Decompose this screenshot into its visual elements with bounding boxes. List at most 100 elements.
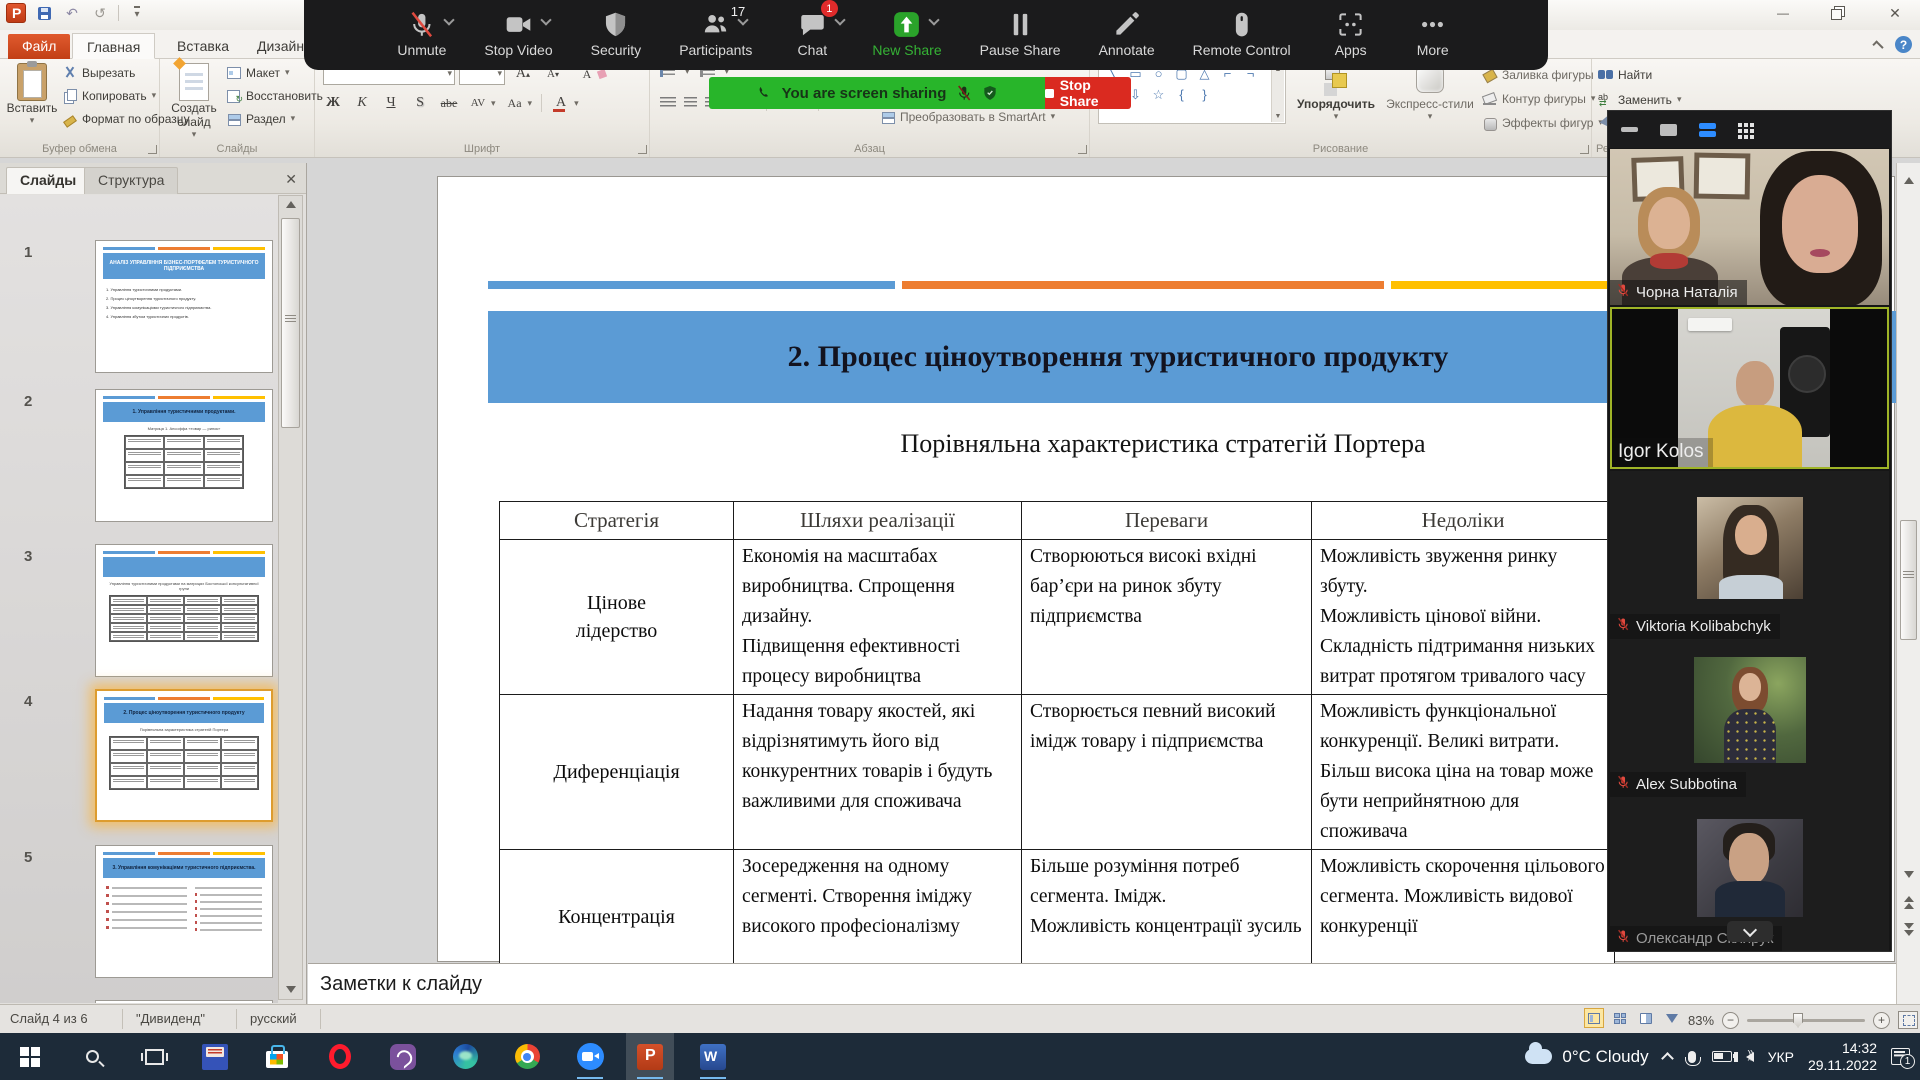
search-button[interactable] — [68, 1033, 116, 1080]
chevron-down-icon[interactable] — [444, 14, 455, 25]
zoom-slider-thumb[interactable] — [1793, 1013, 1803, 1028]
chevron-down-icon[interactable] — [540, 14, 551, 25]
tab-slides[interactable]: Слайды — [6, 167, 90, 194]
stop-share-button[interactable]: Stop Share — [1045, 77, 1131, 109]
zoom-toolbar-participants[interactable]: 17Participants — [679, 7, 752, 58]
tray-expand-icon[interactable] — [1661, 1052, 1674, 1065]
slide-thumbnail-6[interactable]: 4. Управління збутом туристичних продукт… — [95, 1000, 273, 1003]
chevron-down-icon[interactable] — [834, 14, 845, 25]
speaker-view-icon[interactable] — [1660, 124, 1677, 136]
taskbar-app-word[interactable] — [689, 1033, 737, 1080]
normal-view-button[interactable] — [1584, 1008, 1604, 1028]
shape-effects-button[interactable]: Эффекты фигур▾ — [1482, 115, 1603, 130]
slide-thumbnail-2[interactable]: 1. Управління туристичними продуктами.Ма… — [95, 389, 273, 522]
zoom-toolbar-pause-share[interactable]: Pause Share — [980, 7, 1061, 58]
paragraph-dialog-launcher[interactable] — [1078, 145, 1087, 154]
taskbar-app-edge[interactable] — [441, 1033, 489, 1080]
slide-thumbnail-3[interactable]: Управління туристичними продуктами на ма… — [95, 544, 273, 677]
minimize-panel-icon[interactable] — [1621, 127, 1638, 132]
speaker-icon[interactable] — [1746, 1052, 1754, 1062]
save-button[interactable] — [34, 3, 54, 23]
fit-to-window-button[interactable] — [1898, 1011, 1918, 1029]
slide-thumbnail-5[interactable]: 3. Управління комунікаціями туристичного… — [95, 845, 273, 978]
taskbar-app-zoom[interactable] — [566, 1033, 614, 1080]
task-view-button[interactable] — [130, 1033, 178, 1080]
scroll-down-icon[interactable] — [1904, 871, 1914, 878]
slide-thumbnail-4[interactable]: 2. Процес ціноутворення туристичного про… — [95, 689, 273, 822]
powerpoint-logo-icon[interactable] — [6, 3, 26, 23]
minimize-button[interactable] — [1772, 4, 1794, 22]
scroll-down-icon[interactable] — [286, 986, 296, 993]
taskbar-app-powerpoint[interactable] — [626, 1033, 674, 1080]
scroll-thumb[interactable] — [281, 218, 300, 428]
text-shadow-button[interactable]: S — [410, 93, 430, 113]
cut-button[interactable]: Вырезать — [62, 65, 135, 80]
notification-center-icon[interactable]: 1 — [1891, 1048, 1910, 1065]
shape-star-icon[interactable]: ☆ — [1150, 87, 1167, 102]
clipboard-dialog-launcher[interactable] — [148, 145, 157, 154]
taskbar-app-viber[interactable] — [379, 1033, 427, 1080]
taskbar-app-chrome[interactable] — [503, 1033, 551, 1080]
porter-strategies-table[interactable]: СтратегіяШляхи реалізаціїПеревагиНедолік… — [499, 501, 1615, 984]
character-spacing-button[interactable]: AV — [468, 93, 488, 113]
participant-video-3[interactable]: Viktoria Kolibabchyk — [1610, 471, 1889, 639]
zoom-toolbar-unmute[interactable]: Unmute — [397, 7, 446, 58]
document-scrollbar[interactable] — [1896, 163, 1920, 1004]
zoom-toolbar-annotate[interactable]: Annotate — [1099, 7, 1155, 58]
taskbar-app-opera[interactable] — [316, 1033, 364, 1080]
shape-brace-right-icon[interactable]: } — [1196, 87, 1213, 102]
zoom-level[interactable]: 83% — [1688, 1013, 1714, 1028]
section-button[interactable]: Раздел▾ — [226, 111, 295, 126]
start-button[interactable] — [6, 1033, 54, 1080]
language-indicator[interactable]: русский — [250, 1011, 297, 1026]
zoom-toolbar-chat[interactable]: 1Chat — [790, 7, 834, 58]
tab-outline[interactable]: Структура — [84, 167, 178, 194]
weather-widget[interactable]: 0°C Cloudy — [1525, 1047, 1648, 1067]
zoom-toolbar-apps[interactable]: Apps — [1329, 7, 1373, 58]
find-button[interactable]: Найти — [1598, 67, 1652, 82]
close-panel-icon[interactable]: ✕ — [285, 171, 297, 188]
slides-panel-scrollbar[interactable] — [278, 195, 303, 1000]
paste-button[interactable]: Вставить▾ — [8, 63, 56, 126]
shape-outline-button[interactable]: Контур фигуры▾ — [1482, 91, 1595, 106]
zoom-in-button[interactable]: + — [1873, 1012, 1890, 1029]
taskbar-app-scanner[interactable] — [191, 1033, 239, 1080]
strikethrough-button[interactable]: abe — [439, 93, 459, 113]
replace-button[interactable]: Заменить▾ — [1598, 92, 1681, 107]
slide-thumbnail-1[interactable]: АНАЛІЗ УПРАВЛІННЯ БІЗНЕС-ПОРТФЕЛЕМ ТУРИС… — [95, 240, 273, 373]
battery-icon[interactable] — [1712, 1051, 1732, 1062]
drawing-dialog-launcher[interactable] — [1580, 145, 1589, 154]
close-button[interactable] — [1884, 4, 1906, 22]
scroll-thumb[interactable] — [1900, 520, 1917, 640]
notes-pane[interactable]: Заметки к слайду — [308, 963, 1896, 1004]
reset-button[interactable]: Восстановить — [226, 88, 323, 103]
collapse-ribbon-icon[interactable] — [1872, 40, 1883, 51]
layout-button[interactable]: Макет▾ — [226, 65, 290, 80]
shapes-scrollbar[interactable]: ▲▼ — [1271, 64, 1284, 122]
copy-button[interactable]: Копировать▾ — [62, 88, 156, 103]
previous-slide-button[interactable] — [1904, 896, 1914, 909]
tab-home[interactable]: Главная — [72, 33, 155, 59]
chevron-down-icon[interactable] — [929, 14, 940, 25]
gallery-view-icon[interactable] — [1738, 123, 1742, 127]
restore-button[interactable] — [1828, 4, 1850, 22]
bold-button[interactable]: Ж — [323, 93, 343, 113]
zoom-out-button[interactable]: − — [1722, 1012, 1739, 1029]
font-dialog-launcher[interactable] — [638, 145, 647, 154]
zoom-slider[interactable] — [1747, 1019, 1865, 1022]
shape-brace-icon[interactable]: { — [1173, 87, 1190, 102]
slideshow-button[interactable] — [1662, 1008, 1682, 1028]
zoom-toolbar-stop-video[interactable]: Stop Video — [484, 7, 552, 58]
italic-button[interactable]: К — [352, 93, 372, 113]
convert-smartart-button[interactable]: Преобразовать в SmartArt▾ — [880, 109, 1055, 124]
font-color-button[interactable]: A — [551, 93, 571, 113]
tray-microphone-icon[interactable] — [1688, 1051, 1696, 1063]
quick-styles-button[interactable]: Экспресс-стили▾ — [1382, 65, 1478, 122]
redo-button[interactable] — [90, 3, 110, 23]
theme-name[interactable]: "Дивиденд" — [136, 1011, 205, 1026]
scroll-up-icon[interactable] — [1904, 177, 1914, 184]
language-switcher[interactable]: УКР — [1768, 1049, 1794, 1065]
participant-video-2[interactable]: Igor Kolos — [1610, 307, 1889, 469]
clock[interactable]: 14:32 29.11.2022 — [1808, 1040, 1877, 1074]
slide-sorter-button[interactable] — [1610, 1008, 1630, 1028]
